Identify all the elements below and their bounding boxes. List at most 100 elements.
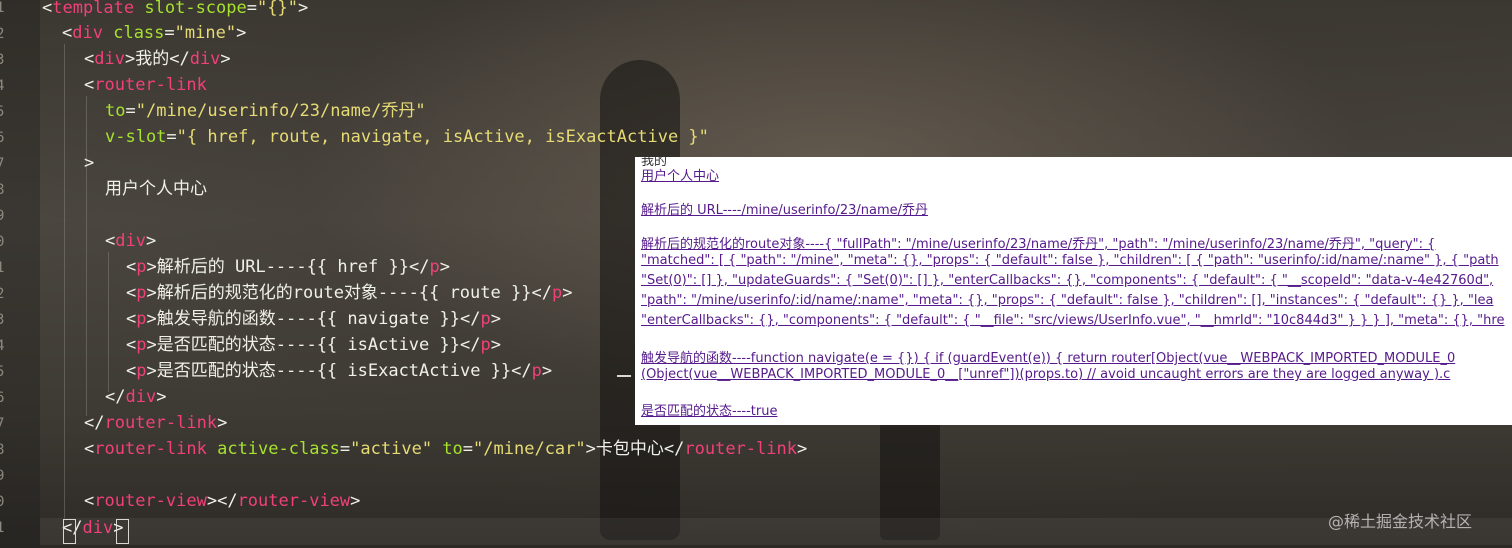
line-number: 3 [0,312,5,328]
line-number: 8 [0,182,5,198]
indent-guide [86,96,87,416]
browser-preview-panel: 我的 用户个人中心 解析后的 URL----/mine/userinfo/23/… [635,157,1512,425]
line-number: 0 [0,234,5,250]
line-number: 0 [0,494,5,510]
tag-name: router-view [94,491,207,511]
attr-value: "mine" [174,23,237,43]
tag-name: p [551,283,563,303]
attr-value: "{}" [257,0,298,18]
text-content: 触发导航的函数----{{ navigate }} [156,309,460,329]
code-line-13[interactable]: <p>触发导航的函数----{{ navigate }}</p> [126,306,501,332]
text-content: 是否匹配的状态----{{ isActive }} [156,335,460,355]
tag-name: div [115,231,146,251]
preview-link-user-center[interactable]: 用户个人中心 [641,165,719,184]
attr-name: to [442,439,463,459]
text-cursor [617,375,631,377]
line-number: 1 [0,520,5,536]
text-content: 解析后的规范化的route对象----{{ route }} [156,283,532,303]
preview-route-line[interactable]: 解析后的规范化的route对象----{ "fullPath": "/mine/… [641,233,1435,252]
preview-route-line[interactable]: "enterCallbacks": {}, "components": { "d… [641,313,1504,328]
line-number: 7 [0,156,5,172]
line-number: 9 [0,468,5,484]
code-line-12[interactable]: <p>解析后的规范化的route对象----{{ route }}</p> [126,280,572,306]
text-content: 卡包中心 [595,439,664,459]
attr-name: active-class [217,439,340,459]
preview-route-line[interactable]: "path": "/mine/userinfo/:id/name/:name",… [641,293,1493,308]
tag-name: p [480,309,491,329]
tag-close: > [84,153,95,173]
preview-navigate-line[interactable]: (Object(vue__WEBPACK_IMPORTED_MODULE_0__… [641,367,1450,382]
tag-name: router-link [94,75,207,95]
tag-name: p [480,335,491,355]
line-number: 1 [0,0,5,16]
tag-name: template [52,0,135,18]
tag-name: p [429,257,440,277]
tag-name: p [136,283,147,303]
current-line-highlight [40,518,1512,545]
tag-name: div [94,49,125,69]
watermark: @稀土掘金技术社区 [1328,512,1473,531]
code-line-6[interactable]: v-slot="{ href, route, navigate, isActiv… [105,124,709,150]
preview-isactive-line[interactable]: 是否匹配的状态----true [641,400,777,419]
tag-name: p [136,335,147,355]
attr-name: v-slot [105,127,167,147]
text-content: 解析后的 URL----{{ href }} [156,257,409,277]
code-line-4[interactable]: <router-link [84,72,207,98]
tag-name: p [136,309,147,329]
attr-name: slot-scope [144,0,247,18]
code-line-3[interactable]: <div>我的</div> [84,46,231,72]
attr-value: "active" [350,439,433,459]
tag-name: router-link [94,439,207,459]
attr-name: to [105,101,126,121]
code-line-10[interactable]: <div> [105,228,156,254]
line-number: 5 [0,364,5,380]
code-line-18[interactable]: <router-link active-class="active" to="/… [84,436,807,462]
code-line-7[interactable]: > [84,150,94,176]
code-line-17[interactable]: </router-link> [84,410,227,436]
line-number-gutter: 1 2 3 4 5 6 7 8 9 0 1 2 3 4 5 6 7 8 9 0 … [0,0,40,548]
code-line-2[interactable]: <div class="mine"> [62,20,246,46]
tag-name: router-link [684,439,797,459]
line-number: 5 [0,104,5,120]
attr-value: "/mine/userinfo/23/name/乔丹" [135,101,426,121]
line-number: 1 [0,260,5,276]
code-line-5[interactable]: to="/mine/userinfo/23/name/乔丹" [105,98,426,124]
line-number: 2 [0,286,5,302]
tag-name: p [136,361,147,381]
code-line-8[interactable]: 用户个人中心 [105,176,207,202]
bracket-match-highlight [63,519,76,544]
text-content: 用户个人中心 [105,179,207,199]
tag-name: router-link [104,413,218,433]
indent-guide [64,44,65,518]
tag-name: div [189,49,221,69]
preview-navigate-line[interactable]: 触发导航的函数----function navigate(e = {}) { i… [641,347,1455,366]
code-line-11[interactable]: <p>解析后的 URL----{{ href }}</p> [126,254,450,280]
tag-name: p [136,257,147,277]
bracket-match-highlight [116,519,129,544]
line-number: 4 [0,78,5,94]
code-line-1[interactable]: <template slot-scope="{}"> [42,0,308,21]
code-line-14[interactable]: <p>是否匹配的状态----{{ isActive }}</p> [126,332,501,358]
line-number: 3 [0,52,5,68]
line-number: 9 [0,208,5,224]
line-number: 6 [0,130,5,146]
line-number: 4 [0,338,5,354]
tag-name: div [82,518,114,538]
code-line-20[interactable]: <router-view></router-view> [84,488,360,514]
preview-route-line[interactable]: "Set(0)": [] }, "updateGuards": { "Set(0… [641,273,1493,288]
text-content: 是否匹配的状态----{{ isExactActive }} [156,361,512,381]
tag-name: router-view [237,491,351,511]
indent-guide [108,252,109,392]
line-number: 2 [0,26,5,42]
preview-href-line[interactable]: 解析后的 URL----/mine/userinfo/23/name/乔丹 [641,199,928,218]
attr-name: class [113,23,165,43]
attr-value: "{ href, route, navigate, isActive, isEx… [176,127,709,147]
line-number: 6 [0,390,5,406]
text-content: 我的 [135,49,170,69]
code-line-16[interactable]: </div> [105,384,166,410]
tag-name: p [531,361,542,381]
line-number: 7 [0,416,5,432]
code-line-15[interactable]: <p>是否匹配的状态----{{ isExactActive }}</p> [126,358,552,384]
preview-route-line[interactable]: "matched": [ { "path": "/mine", "meta": … [641,253,1499,268]
attr-value: "/mine/car" [473,439,586,459]
